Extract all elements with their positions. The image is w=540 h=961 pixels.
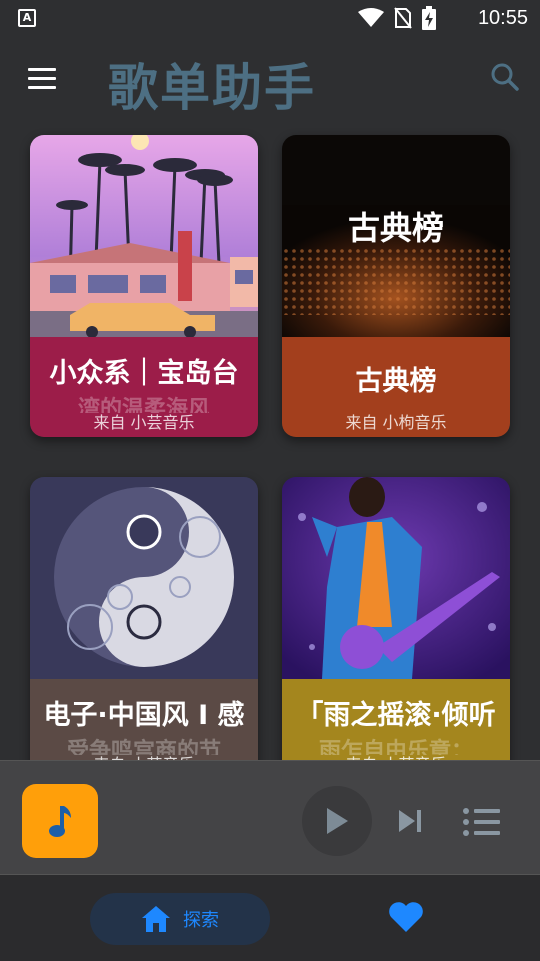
app-notification-icon: A xyxy=(18,9,36,27)
nav-favorites-tab[interactable] xyxy=(388,901,424,937)
music-note-icon xyxy=(49,806,71,837)
playlist-card[interactable]: 古典榜 古典榜 来自 小枸音乐 xyxy=(282,135,510,437)
playlist-icon xyxy=(463,808,500,836)
bottom-navigation: 探索 xyxy=(0,874,540,961)
playlist-caption: 古典榜 来自 小枸音乐 xyxy=(282,337,510,437)
home-icon xyxy=(142,906,170,932)
no-sim-icon xyxy=(394,7,412,29)
playlist-title: 电子·中国风 I 感 xyxy=(43,700,245,731)
heart-icon xyxy=(389,902,423,932)
app-bar: 歌单助手 xyxy=(0,40,540,120)
playlist-card[interactable]: 电子·中国风 I 感 受争鸣宫商的节 来自 小芸音乐 xyxy=(30,477,258,779)
playlist-title: 「雨之摇滚·倾听 xyxy=(296,700,496,731)
status-bar: A 10:55 xyxy=(0,0,540,36)
play-icon xyxy=(327,808,348,834)
nav-explore-label: 探索 xyxy=(183,910,219,931)
playlist-cover-image xyxy=(30,135,258,337)
skip-next-button[interactable] xyxy=(396,807,424,835)
skip-next-icon xyxy=(399,810,421,832)
now-playing-art[interactable] xyxy=(22,784,98,858)
playlist-title: 古典榜 xyxy=(355,366,437,397)
playlist-card[interactable]: 「雨之摇滚·倾听 雨乍自由乐章： 来自 小芸音乐 xyxy=(282,477,510,779)
playlist-button[interactable] xyxy=(462,807,500,837)
status-time: 10:55 xyxy=(477,7,528,29)
search-icon xyxy=(491,63,519,91)
wifi-icon xyxy=(358,8,384,27)
playlist-cover-image xyxy=(30,477,258,679)
playlist-cover-image: 古典榜 xyxy=(282,135,510,337)
menu-button[interactable] xyxy=(28,68,56,90)
app-title: 歌单助手 xyxy=(108,59,316,117)
playlist-source: 来自 小枸音乐 xyxy=(345,413,447,432)
cover-title-text: 古典榜 xyxy=(347,209,444,247)
playlist-source: 来自 小芸音乐 xyxy=(93,413,195,432)
status-icons xyxy=(358,6,436,30)
battery-charging-icon xyxy=(422,6,436,30)
mini-player xyxy=(0,760,540,875)
search-button[interactable] xyxy=(490,62,524,96)
playlist-card[interactable]: 小众系｜宝岛台 湾的温柔海风 来自 小芸音乐 xyxy=(30,135,258,437)
nav-explore-tab[interactable]: 探索 xyxy=(90,893,270,945)
playlist-cover-image xyxy=(282,477,510,679)
play-button[interactable] xyxy=(302,786,372,856)
playlist-caption: 小众系｜宝岛台 湾的温柔海风 来自 小芸音乐 xyxy=(30,337,258,437)
playlist-title: 小众系｜宝岛台 xyxy=(49,358,239,389)
